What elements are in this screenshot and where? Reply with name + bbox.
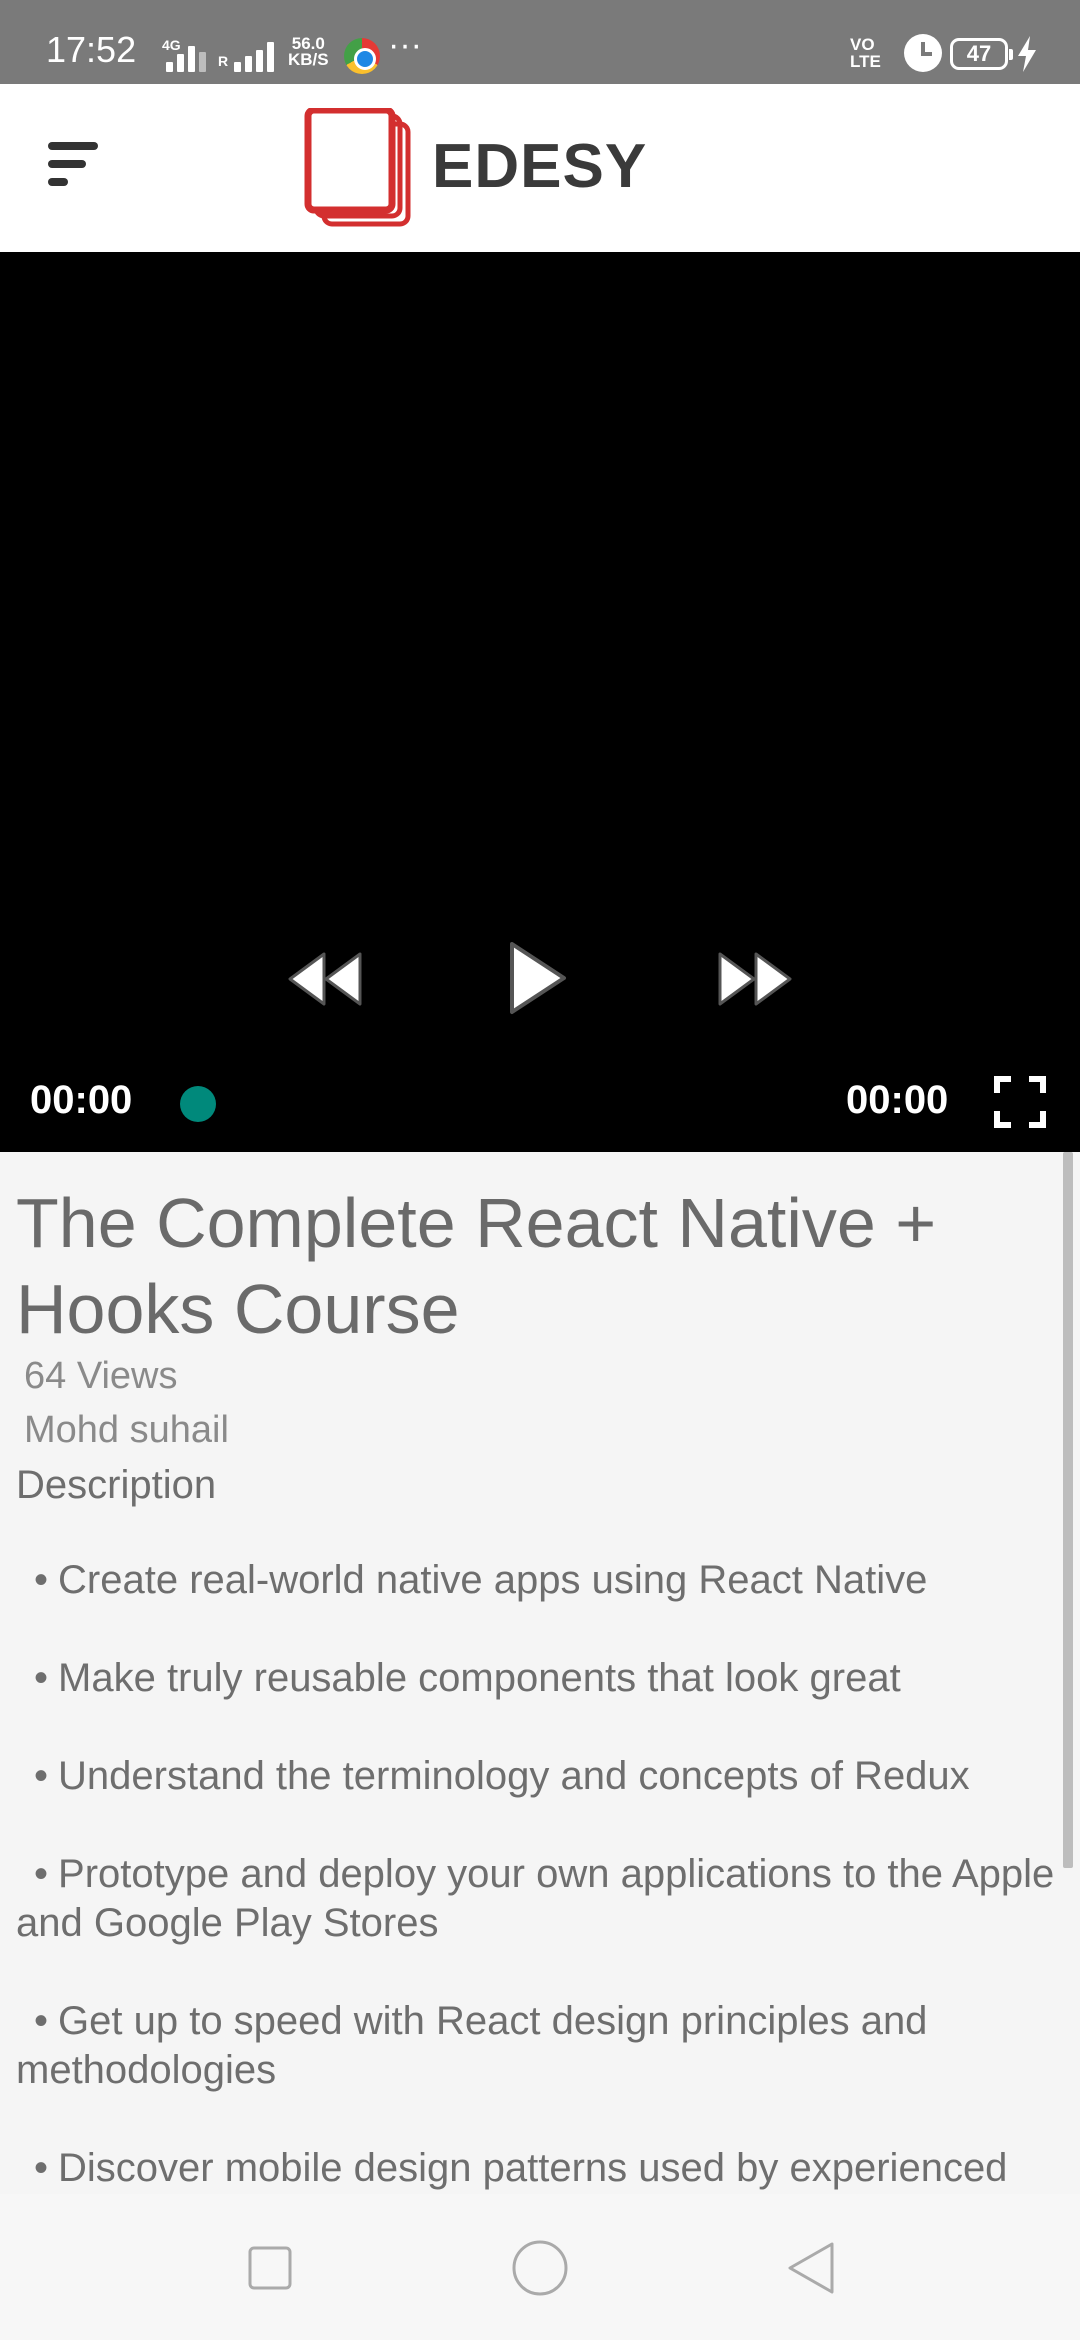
back-icon[interactable]	[780, 2238, 840, 2298]
scrollbar[interactable]	[1063, 1152, 1073, 1868]
list-item: Prototype and deploy your own applicatio…	[16, 1850, 1056, 1948]
duration-time: 00:00	[846, 1078, 949, 1122]
list-item: Make truly reusable components that look…	[16, 1654, 1056, 1703]
fast-forward-icon[interactable]	[716, 948, 794, 1010]
volte-indicator: VO LTE	[850, 35, 881, 71]
roaming-indicator: R	[218, 53, 229, 69]
battery-icon: 47	[950, 38, 1013, 70]
description-list: Create real-world native apps using Reac…	[16, 1556, 1056, 2194]
signal-icon-2	[234, 32, 274, 72]
alarm-icon	[904, 34, 942, 72]
home-icon[interactable]	[510, 2238, 570, 2298]
chrome-icon	[344, 38, 380, 74]
play-icon[interactable]	[506, 938, 570, 1018]
fullscreen-icon[interactable]	[994, 1076, 1046, 1128]
rewind-icon[interactable]	[286, 948, 364, 1010]
charging-icon	[1018, 36, 1036, 72]
view-count: 64 Views	[24, 1355, 178, 1397]
navigation-bar	[0, 2194, 1080, 2340]
course-title: The Complete React Native + Hooks Course	[16, 1184, 937, 1348]
seek-slider[interactable]	[180, 1086, 216, 1122]
current-time: 00:00	[30, 1078, 133, 1122]
menu-icon[interactable]	[44, 134, 104, 194]
author-name: Mohd suhail	[24, 1409, 229, 1451]
more-notifications: ···	[388, 26, 422, 64]
list-item: Create real-world native apps using Reac…	[16, 1556, 1056, 1605]
description-label: Description	[16, 1463, 217, 1507]
status-time: 17:52	[46, 29, 137, 70]
network-speed: 56.0 KB/S	[288, 35, 329, 69]
logo-icon[interactable]	[304, 108, 414, 228]
status-bar: 17:52 4G R 56.0 KB/S ··· VO LTE 47	[0, 0, 1080, 84]
recent-apps-icon[interactable]	[240, 2238, 300, 2298]
list-item: Discover mobile design patterns used by …	[16, 2144, 1056, 2193]
speed-unit: KB/S	[288, 50, 329, 69]
signal-icon	[166, 32, 206, 72]
app-header: EDESY	[0, 84, 1080, 252]
logo-text[interactable]: EDESY	[432, 136, 647, 198]
video-player[interactable]: 00:00 00:00	[0, 252, 1080, 1152]
list-item: Understand the terminology and concepts …	[16, 1752, 1056, 1801]
course-details: The Complete React Native + Hooks Course…	[0, 1152, 1080, 2194]
list-item: Get up to speed with React design princi…	[16, 1997, 1056, 2095]
